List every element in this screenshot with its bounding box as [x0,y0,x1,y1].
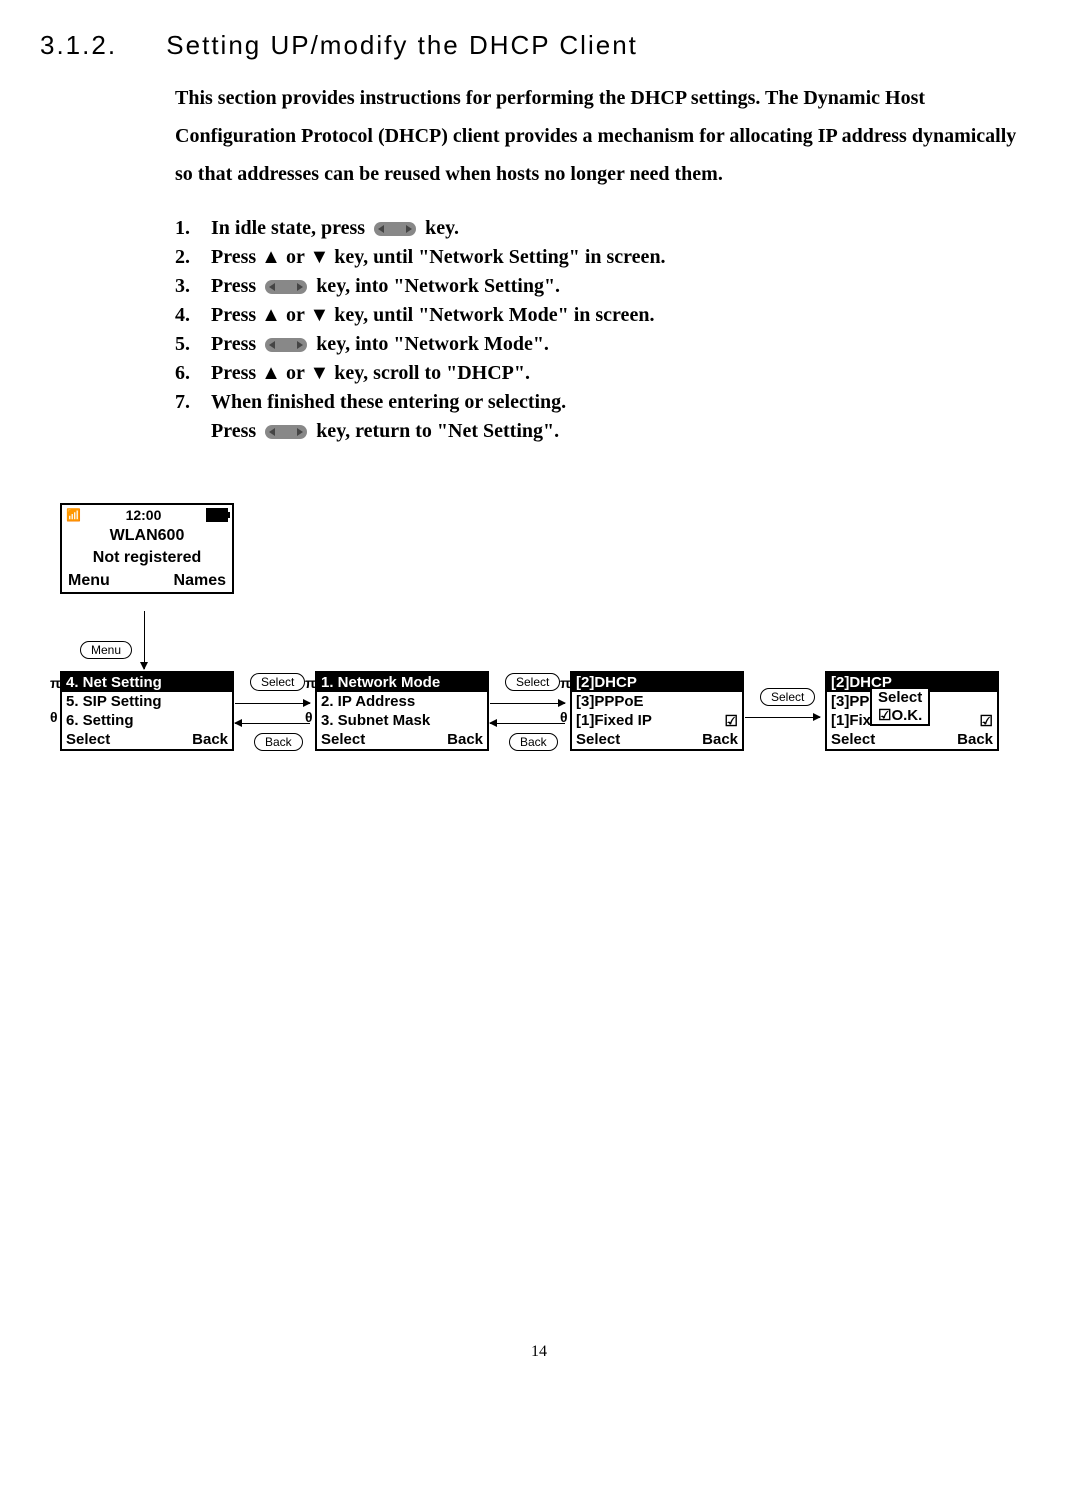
step-num: 2. [175,246,211,269]
select-button-label: Select [760,688,815,706]
scroll-up-icon: π [305,675,316,691]
section-title: Setting UP/modify the DHCP Client [166,30,638,60]
menu-item[interactable]: 4. Net Setting [62,673,232,692]
arrow-right-icon [745,717,820,718]
softkey-left[interactable]: Select [66,731,110,748]
screen-net-setting: π θ 4. Net Setting 5. SIP Setting 6. Set… [60,671,234,751]
step-num: 5. [175,333,211,356]
ok-popup: Select ☑O.K. [870,687,930,726]
select-button-label: Select [250,673,305,691]
page-number: 14 [40,1343,1038,1361]
section-number: 3.1.2. [40,30,117,61]
menu-item[interactable]: 5. SIP Setting [62,692,232,711]
menu-item[interactable]: [2]DHCP [572,673,742,692]
softkey-left[interactable]: Select [831,731,875,748]
step-num: 4. [175,304,211,327]
battery-icon [206,508,228,522]
step-num: 6. [175,362,211,385]
step-num: 1. [175,217,211,240]
softkey-right[interactable]: Back [957,731,993,748]
softkey-right[interactable]: Back [192,731,228,748]
menu-item[interactable]: 6. Setting [62,711,232,730]
menu-item[interactable]: 3. Subnet Mask [317,711,487,730]
menu-item[interactable]: 2. IP Address [317,692,487,711]
softkey-left[interactable]: Select [321,731,365,748]
nav-key-icon [265,280,307,294]
arrow-left-icon [490,723,565,724]
scroll-down-icon: θ [305,709,313,725]
arrow-right-icon [490,703,565,704]
menu-item[interactable]: [1]Fixed IP☑ [572,711,742,730]
check-icon: ☑ [980,712,993,730]
scroll-down-icon: θ [50,709,58,725]
arrow-down-icon [144,611,145,669]
arrow-right-icon [235,703,310,704]
nav-key-icon [265,338,307,352]
menu-item[interactable]: [3]PPPoE [572,692,742,711]
back-button-label: Back [509,733,558,751]
steps-list: 1.In idle state, press key. 2.Press ▲ or… [175,217,1038,443]
scroll-up-icon: π [50,675,61,691]
section-heading: 3.1.2. Setting UP/modify the DHCP Client [40,30,1038,61]
intro-paragraph: This section provides instructions for p… [175,79,1038,193]
scroll-up-icon: π [560,675,571,691]
softkey-right[interactable]: Back [447,731,483,748]
softkey-right[interactable]: Names [174,572,226,590]
step-num: 3. [175,275,211,298]
signal-icon: 📶 [66,508,81,522]
flow-diagram: 📶 12:00 WLAN600 Not registered Menu Name… [40,503,1038,783]
popup-ok: ☑O.K. [878,706,922,724]
softkey-left[interactable]: Menu [68,572,110,590]
idle-screen: 📶 12:00 WLAN600 Not registered Menu Name… [60,503,234,594]
menu-button-label: Menu [80,641,132,659]
back-button-label: Back [254,733,303,751]
screen-network-mode: π θ 1. Network Mode 2. IP Address 3. Sub… [315,671,489,751]
device-name: WLAN600 [62,525,232,547]
arrow-left-icon [235,723,310,724]
softkey-left[interactable]: Select [576,731,620,748]
step-num: 7. [175,391,211,414]
popup-title: Select [878,689,922,706]
nav-key-icon [374,222,416,236]
menu-item[interactable]: 1. Network Mode [317,673,487,692]
reg-status: Not registered [62,547,232,569]
softkey-right[interactable]: Back [702,731,738,748]
screen-dhcp-list: π θ [2]DHCP [3]PPPoE [1]Fixed IP☑ Select… [570,671,744,751]
check-icon: ☑ [725,712,738,730]
nav-key-icon [265,425,307,439]
select-button-label: Select [505,673,560,691]
clock: 12:00 [126,507,162,523]
scroll-down-icon: θ [560,709,568,725]
